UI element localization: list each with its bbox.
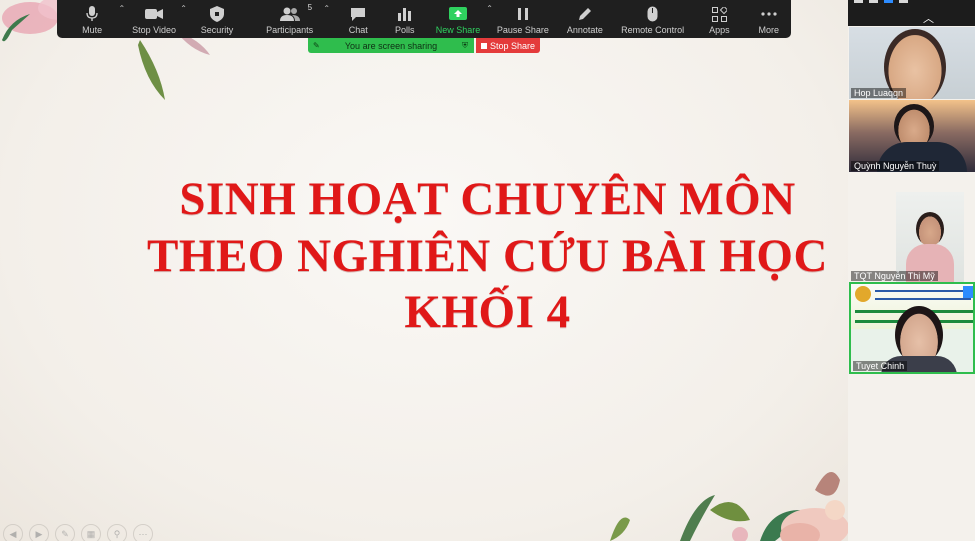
shared-slide: SINH HOẠT CHUYÊN MÔN THEO NGHIÊN CỨU BÀI…	[0, 0, 848, 541]
apps-icon	[709, 5, 729, 23]
stop-share-label: Stop Share	[489, 40, 536, 51]
participant-name: TQT Nguyễn Thị Mỹ	[851, 271, 938, 281]
apps-label: Apps	[709, 25, 730, 35]
chevron-up-icon[interactable]: ⌃	[180, 4, 187, 13]
new-share-button[interactable]: New Share ⌃	[427, 0, 493, 38]
annotate-button[interactable]: Annotate	[557, 0, 613, 38]
new-share-label: New Share	[435, 25, 481, 35]
polls-label: Polls	[395, 25, 415, 35]
layout-option-icon[interactable]	[899, 0, 908, 3]
meeting-toolbar: Mute ⌃ Stop Video ⌃ Security 5 Participa…	[57, 0, 791, 38]
more-options-icon[interactable]: ⋯	[133, 524, 153, 541]
share-screen-icon	[448, 5, 468, 23]
panel-header: ︿	[848, 0, 975, 26]
participant-name: Quỳnh Nguyễn Thuỳ	[851, 161, 940, 171]
participant-video	[896, 192, 964, 282]
stop-video-label: Stop Video	[132, 25, 176, 35]
microphone-icon	[82, 5, 102, 23]
participant-tile[interactable]: Tuyet Chinh	[849, 282, 975, 374]
screen-sharing-text: You are screen sharing	[344, 40, 438, 51]
chevron-up-icon[interactable]: ⌃	[323, 4, 330, 13]
participant-tile[interactable]: Quỳnh Nguyễn Thuỳ	[849, 100, 975, 172]
participants-button[interactable]: 5 Participants ⌃	[245, 0, 334, 38]
screen-sharing-banner[interactable]: ✎ You are screen sharing ⛨	[308, 38, 474, 53]
mouse-icon	[643, 5, 663, 23]
view-layout-controls[interactable]	[854, 0, 908, 4]
pause-share-button[interactable]: Pause Share	[489, 0, 557, 38]
more-button[interactable]: More	[746, 0, 791, 38]
chat-label: Chat	[348, 25, 368, 35]
security-button[interactable]: Security	[189, 0, 245, 38]
polls-button[interactable]: Polls	[383, 0, 428, 38]
pause-icon	[513, 5, 533, 23]
mute-label: Mute	[82, 25, 103, 35]
name-tag-badge	[963, 286, 973, 298]
slide-title-line-2: THEO NGHIÊN CỨU BÀI HỌC	[147, 230, 828, 282]
more-dots-icon	[759, 5, 779, 23]
pin-icon[interactable]: ✎	[313, 41, 320, 50]
layout-option-icon[interactable]	[869, 0, 878, 3]
chat-button[interactable]: Chat	[334, 0, 382, 38]
participant-count: 5	[307, 3, 313, 12]
pen-icon[interactable]: ✎	[55, 524, 75, 541]
more-label: More	[758, 25, 779, 35]
pencil-icon	[575, 5, 595, 23]
participant-name: Tuyet Chinh	[853, 361, 908, 371]
participant-name: Hop Luaqqn	[851, 88, 907, 98]
participant-tile[interactable]: Hop Luaqqn	[849, 27, 975, 99]
layout-option-active-icon[interactable]	[884, 0, 893, 3]
slide-controls: ◀ ▶ ✎ ▦ ⚲ ⋯	[3, 524, 153, 541]
zoom-icon[interactable]: ⚲	[107, 524, 127, 541]
mute-button[interactable]: Mute ⌃	[65, 0, 125, 38]
chevron-up-icon[interactable]: ︿	[923, 10, 934, 26]
participant-tile[interactable]: TQT Nguyễn Thị Mỹ	[849, 192, 975, 282]
video-camera-icon	[144, 5, 164, 23]
remote-control-button[interactable]: Remote Control	[613, 0, 692, 38]
remote-control-label: Remote Control	[621, 25, 685, 35]
stop-video-button[interactable]: Stop Video ⌃	[119, 0, 189, 38]
shield-check-icon: ⛨	[462, 40, 468, 50]
layout-option-icon[interactable]	[854, 0, 863, 3]
participants-label: Participants	[266, 25, 314, 35]
prev-slide-icon[interactable]: ◀	[3, 524, 23, 541]
slide-title-line-3: KHỐI 4	[404, 286, 571, 338]
stop-square-icon	[480, 42, 487, 49]
people-icon	[279, 5, 300, 23]
apps-button[interactable]: Apps	[692, 0, 746, 38]
next-slide-icon[interactable]: ▶	[29, 524, 49, 541]
chat-bubble-icon	[348, 5, 368, 23]
security-label: Security	[200, 25, 234, 35]
participants-video-panel: ︿ Hop Luaqqn Quỳnh Nguyễn Thuỳ TQT Nguyễ…	[848, 0, 975, 541]
pause-share-label: Pause Share	[496, 25, 549, 35]
shield-icon	[207, 5, 227, 23]
stop-share-button[interactable]: Stop Share	[476, 38, 540, 53]
annotate-label: Annotate	[566, 25, 603, 35]
slides-grid-icon[interactable]: ▦	[81, 524, 101, 541]
floral-decoration-bottom-right	[610, 472, 848, 541]
slide-title-line-1: SINH HOẠT CHUYÊN MÔN	[179, 173, 796, 225]
bar-chart-icon	[395, 5, 415, 23]
